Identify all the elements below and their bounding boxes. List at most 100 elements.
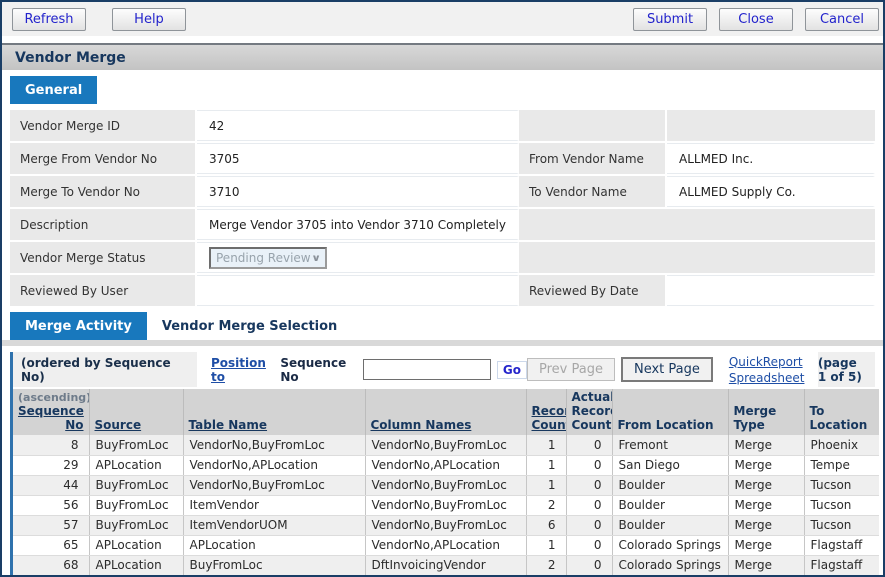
- cell-actual-record-count: 0: [566, 475, 612, 495]
- merge-from-vendor-no-value: 3705: [197, 143, 519, 174]
- cell-source: APLocation: [89, 535, 183, 555]
- cell-record-count: 1: [526, 455, 566, 475]
- cell-to-location: Tucson: [804, 515, 879, 535]
- merge-activity-table: (ascending) Sequence No Source Table Nam…: [13, 389, 879, 577]
- cell-table-name: APLocation: [183, 535, 365, 555]
- merge-activity-panel: (ordered by Sequence No) Position to Seq…: [10, 352, 875, 577]
- cell-column-names: VendorNo,APLocation: [365, 535, 526, 555]
- cell-actual-record-count: 0: [566, 555, 612, 575]
- cell-to-location: Tempe: [804, 455, 879, 475]
- cell-from-location: Boulder: [612, 475, 728, 495]
- vendor-merge-id-value: 42: [197, 110, 519, 141]
- prev-page-button[interactable]: Prev Page: [527, 358, 615, 381]
- table-row: 8 BuyFromLoc VendorNo,BuyFromLoc VendorN…: [13, 435, 879, 455]
- refresh-button[interactable]: Refresh: [12, 8, 86, 31]
- vendor-merge-id-label: Vendor Merge ID: [10, 110, 197, 141]
- reviewed-by-date-value: [667, 275, 875, 306]
- vendor-merge-window: Refresh Help Submit Close Cancel Vendor …: [0, 0, 885, 577]
- position-to-link[interactable]: Position to: [211, 356, 274, 384]
- cell-to-location: Flagstaff: [804, 535, 879, 555]
- page-title: Vendor Merge: [15, 50, 126, 66]
- header-from-location: From Location: [612, 389, 728, 435]
- tab-merge-activity[interactable]: Merge Activity: [10, 312, 147, 340]
- cell-sequence-no: 44: [13, 475, 89, 495]
- chevron-down-icon: ∨: [311, 252, 321, 263]
- cell-to-location: Phoenix: [804, 435, 879, 455]
- vendor-merge-form: Vendor Merge ID 42 Merge From Vendor No …: [10, 110, 875, 306]
- cell-sequence-no: 8: [13, 435, 89, 455]
- header-source: Source: [89, 389, 183, 435]
- cell-from-location: Boulder: [612, 515, 728, 535]
- header-record-count: Record Count: [526, 389, 566, 435]
- reviewed-by-date-label: Reviewed By Date: [519, 275, 667, 306]
- cell-merge-type: Merge: [728, 515, 804, 535]
- cell-sequence-no: 68: [13, 555, 89, 575]
- table-header-row: (ascending) Sequence No Source Table Nam…: [13, 389, 879, 435]
- toolbar-left-group: Refresh Help: [12, 8, 186, 31]
- cell-from-location: San Diego: [612, 455, 728, 475]
- help-button[interactable]: Help: [112, 8, 186, 31]
- cell-from-location: Boulder: [612, 495, 728, 515]
- cell-table-name: VendorNo,BuyFromLoc: [183, 475, 365, 495]
- sort-link-table-name[interactable]: Table Name: [189, 418, 268, 432]
- sort-link-source[interactable]: Source: [95, 418, 142, 432]
- form-row-reviewed-by: Reviewed By User Reviewed By Date: [10, 275, 875, 306]
- from-vendor-name-label: From Vendor Name: [519, 143, 667, 174]
- description-value: Merge Vendor 3705 into Vendor 3710 Compl…: [197, 209, 519, 240]
- submit-button[interactable]: Submit: [633, 8, 707, 31]
- cell-table-name: VendorNo,APLocation: [183, 455, 365, 475]
- header-to-location: To Location: [804, 389, 879, 435]
- cell-actual-record-count: 0: [566, 455, 612, 475]
- cell-table-name: ItemVendor: [183, 495, 365, 515]
- form-row-merge-to-vendor: Merge To Vendor No 3710 To Vendor Name A…: [10, 176, 875, 207]
- cell-to-location: Flagstaff: [804, 555, 879, 575]
- empty-label-cell: [519, 242, 667, 273]
- cell-actual-record-count: 0: [566, 515, 612, 535]
- cell-source: BuyFromLoc: [89, 515, 183, 535]
- table-row: 57 BuyFromLoc ItemVendorUOM VendorNo,Buy…: [13, 515, 879, 535]
- form-row-merge-from-vendor: Merge From Vendor No 3705 From Vendor Na…: [10, 143, 875, 174]
- form-row-vendor-merge-id: Vendor Merge ID 42: [10, 110, 875, 141]
- spreadsheet-link[interactable]: Spreadsheet: [729, 371, 818, 385]
- cell-column-names: VendorNo,BuyFromLoc: [365, 515, 526, 535]
- cell-record-count: 2: [526, 495, 566, 515]
- table-row: 44 BuyFromLoc VendorNo,BuyFromLoc Vendor…: [13, 475, 879, 495]
- form-row-description: Description Merge Vendor 3705 into Vendo…: [10, 209, 875, 240]
- quickreport-link[interactable]: QuickReport: [729, 355, 818, 369]
- vendor-merge-status-cell: Pending Review ∨: [197, 242, 519, 273]
- header-actual-record-count: Actual Record Count: [566, 389, 612, 435]
- report-links: QuickReport Spreadsheet: [713, 352, 818, 387]
- table-row: 68 APLocation BuyFromLoc DftInvoicingVen…: [13, 555, 879, 575]
- cell-merge-type: Merge: [728, 535, 804, 555]
- toolbar: Refresh Help Submit Close Cancel: [2, 2, 883, 36]
- cell-from-location: Fremont: [612, 435, 728, 455]
- to-vendor-name-label: To Vendor Name: [519, 176, 667, 207]
- tab-general[interactable]: General: [10, 76, 97, 104]
- sort-link-sequence-no[interactable]: Sequence No: [18, 404, 84, 432]
- reviewed-by-user-label: Reviewed By User: [10, 275, 197, 306]
- vendor-merge-status-selected-value: Pending Review: [216, 251, 311, 265]
- go-button[interactable]: Go: [497, 361, 527, 379]
- cell-column-names: VendorNo,APLocation: [365, 455, 526, 475]
- position-to-area: Position to Sequence No Go: [197, 352, 527, 387]
- position-to-input[interactable]: [363, 359, 491, 380]
- tab-vendor-merge-selection[interactable]: Vendor Merge Selection: [147, 312, 352, 340]
- sort-link-record-count[interactable]: Record Count: [532, 404, 567, 432]
- cell-sequence-no: 57: [13, 515, 89, 535]
- reviewed-by-user-value: [197, 275, 519, 306]
- next-page-button[interactable]: Next Page: [621, 357, 713, 382]
- cell-column-names: VendorNo,BuyFromLoc: [365, 435, 526, 455]
- empty-label-cell: [519, 209, 667, 240]
- cell-record-count: 1: [526, 535, 566, 555]
- merge-to-vendor-no-label: Merge To Vendor No: [10, 176, 197, 207]
- empty-value-cell: [667, 209, 875, 240]
- close-button[interactable]: Close: [719, 8, 793, 31]
- table-row: 29 APLocation VendorNo,APLocation Vendor…: [13, 455, 879, 475]
- cell-source: APLocation: [89, 455, 183, 475]
- form-row-status: Vendor Merge Status Pending Review ∨: [10, 242, 875, 273]
- sort-link-column-names[interactable]: Column Names: [371, 418, 472, 432]
- cancel-button[interactable]: Cancel: [805, 8, 879, 31]
- vendor-merge-status-label: Vendor Merge Status: [10, 242, 197, 273]
- vendor-merge-status-select[interactable]: Pending Review ∨: [209, 247, 327, 269]
- cell-column-names: VendorNo,BuyFromLoc: [365, 475, 526, 495]
